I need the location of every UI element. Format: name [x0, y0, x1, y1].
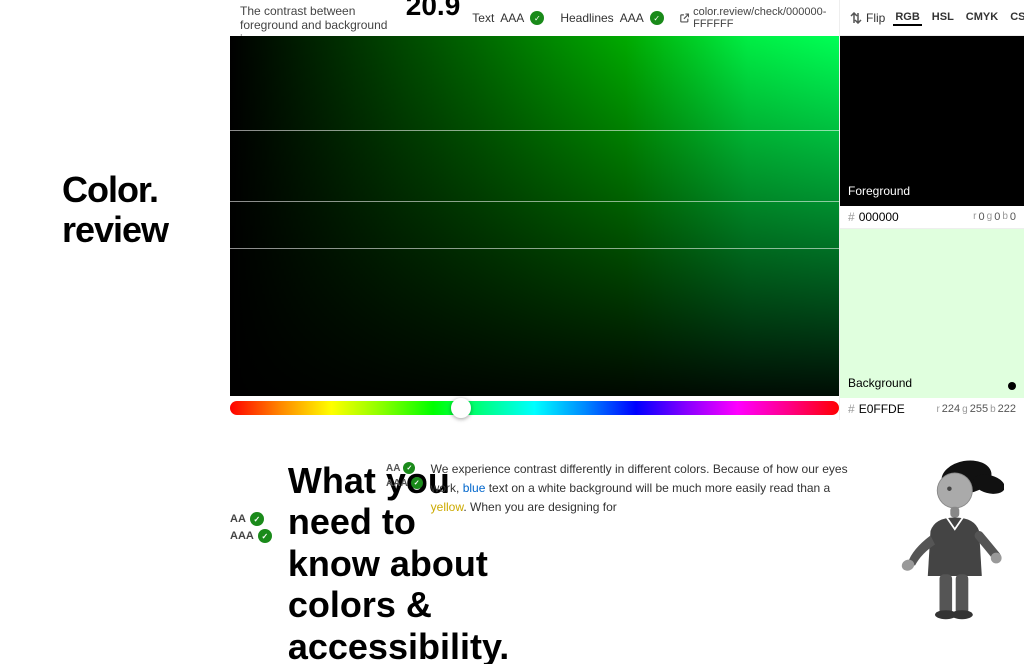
illustration	[884, 450, 1004, 635]
bg-rgb-values: r 224 g 255 b 222	[936, 403, 1016, 415]
accessibility-icons: AA ✓ AAA ✓	[230, 512, 272, 543]
fg-swatch[interactable]: Foreground	[840, 36, 1024, 206]
fg-rgb-values: r 0 g 0 b 0	[973, 211, 1016, 223]
body-accessibility-icons: AA ✓ AAA ✓	[386, 460, 423, 489]
body-content: AA ✓ AAA ✓ We experience contrast differ…	[386, 460, 868, 518]
flip-label: Flip	[866, 11, 885, 25]
body-aa-check: ✓	[403, 462, 415, 474]
fg-input-row: # r 0 g 0 b 0	[840, 206, 1024, 229]
top-bar: The contrast between foreground and back…	[230, 0, 839, 36]
tab-hsl[interactable]: HSL	[930, 10, 956, 26]
highlight-blue: blue	[463, 481, 486, 495]
top-bar-right: Text AAA ✓ Headlines AAA ✓ color.review/…	[472, 6, 829, 30]
bottom-section: AA ✓ AAA ✓ What you need to know about c…	[0, 420, 1024, 664]
flip-icon	[850, 12, 862, 24]
bg-b-value: 222	[998, 403, 1016, 415]
bg-r-label: r	[936, 404, 939, 415]
logo-area: Color. review	[0, 0, 230, 420]
logo-line1: Color.	[62, 169, 158, 210]
canvas-wrapper: The contrast between foreground and back…	[230, 0, 839, 420]
text-label: Text	[472, 11, 494, 25]
body-aaa-label: AAA	[386, 478, 408, 489]
hue-bar[interactable]	[230, 401, 839, 415]
tab-cmyk[interactable]: CMYK	[964, 10, 1000, 26]
bg-b-label: b	[990, 404, 996, 415]
fg-b-label: b	[1002, 211, 1008, 222]
text-aaa-badge: ✓	[530, 11, 544, 25]
gradient-canvas[interactable]: 7 4.5 3	[230, 36, 839, 396]
color-mode-tabs: RGB HSL CMYK CSS	[893, 10, 1024, 26]
panel-top-bar: Flip RGB HSL CMYK CSS	[840, 0, 1024, 36]
aa-label: AA	[230, 513, 246, 525]
text-badge-group: Text AAA ✓	[472, 11, 544, 25]
tab-css[interactable]: CSS	[1008, 10, 1024, 26]
body-aa-label: AA	[386, 463, 400, 474]
bg-dot	[1008, 382, 1016, 390]
logo-line2: review	[62, 209, 168, 250]
aa-check: ✓	[250, 512, 264, 526]
bg-r-value: 224	[942, 403, 960, 415]
hue-thumb[interactable]	[451, 398, 471, 418]
body-text: We experience contrast differently in di…	[431, 460, 868, 518]
aaa-label: AAA	[230, 530, 254, 542]
bottom-left: AA ✓ AAA ✓ What you need to know about c…	[0, 450, 370, 664]
bg-hash: #	[848, 402, 855, 416]
person-illustration	[884, 450, 1004, 630]
flip-button[interactable]: Flip	[850, 11, 885, 25]
headlines-aaa-badge: ✓	[650, 11, 664, 25]
bg-g-value: 255	[970, 403, 988, 415]
hue-bar-wrapper[interactable]	[230, 396, 839, 420]
link-icon	[680, 12, 689, 24]
contrast-value: 20.9	[406, 0, 461, 22]
aa-row: AA ✓	[230, 512, 272, 526]
right-panel: Flip RGB HSL CMYK CSS Foreground # r 0 g	[839, 0, 1024, 420]
aaa-row: AAA ✓	[230, 529, 272, 543]
headlines-label: Headlines	[560, 11, 613, 25]
highlight-yellow: yellow	[431, 500, 464, 514]
fg-r-label: r	[973, 211, 976, 222]
headlines-badge-group: Headlines AAA ✓	[560, 11, 663, 25]
body-aa-row: AA ✓	[386, 462, 423, 474]
logo: Color. review	[62, 170, 168, 249]
body-aaa-check: ✓	[411, 477, 423, 489]
text-rating: AAA	[500, 11, 524, 25]
tab-rgb[interactable]: RGB	[893, 10, 921, 26]
fg-g-value: 0	[994, 211, 1000, 223]
url-text: color.review/check/000000-FFFFFF	[693, 6, 829, 30]
bg-g-label: g	[962, 404, 968, 415]
fg-hex-input[interactable]	[859, 210, 919, 224]
url-link[interactable]: color.review/check/000000-FFFFFF	[680, 6, 829, 30]
body-area: AA ✓ AAA ✓ We experience contrast differ…	[370, 450, 884, 518]
fg-b-value: 0	[1010, 211, 1016, 223]
body-aaa-row: AAA ✓	[386, 477, 423, 489]
bg-hex-input[interactable]	[859, 402, 919, 416]
aaa-check: ✓	[258, 529, 272, 543]
fg-g-label: g	[987, 211, 993, 222]
color-swatch-block: Foreground # r 0 g 0 b 0 Background	[840, 36, 1024, 420]
bg-input-row: # r 224 g 255 b 222	[840, 398, 1024, 420]
bg-label: Background	[848, 376, 912, 390]
fg-hash: #	[848, 210, 855, 224]
fg-r-value: 0	[979, 211, 985, 223]
headlines-rating: AAA	[620, 11, 644, 25]
fg-label: Foreground	[848, 184, 910, 198]
bg-swatch[interactable]: Background	[840, 229, 1024, 399]
